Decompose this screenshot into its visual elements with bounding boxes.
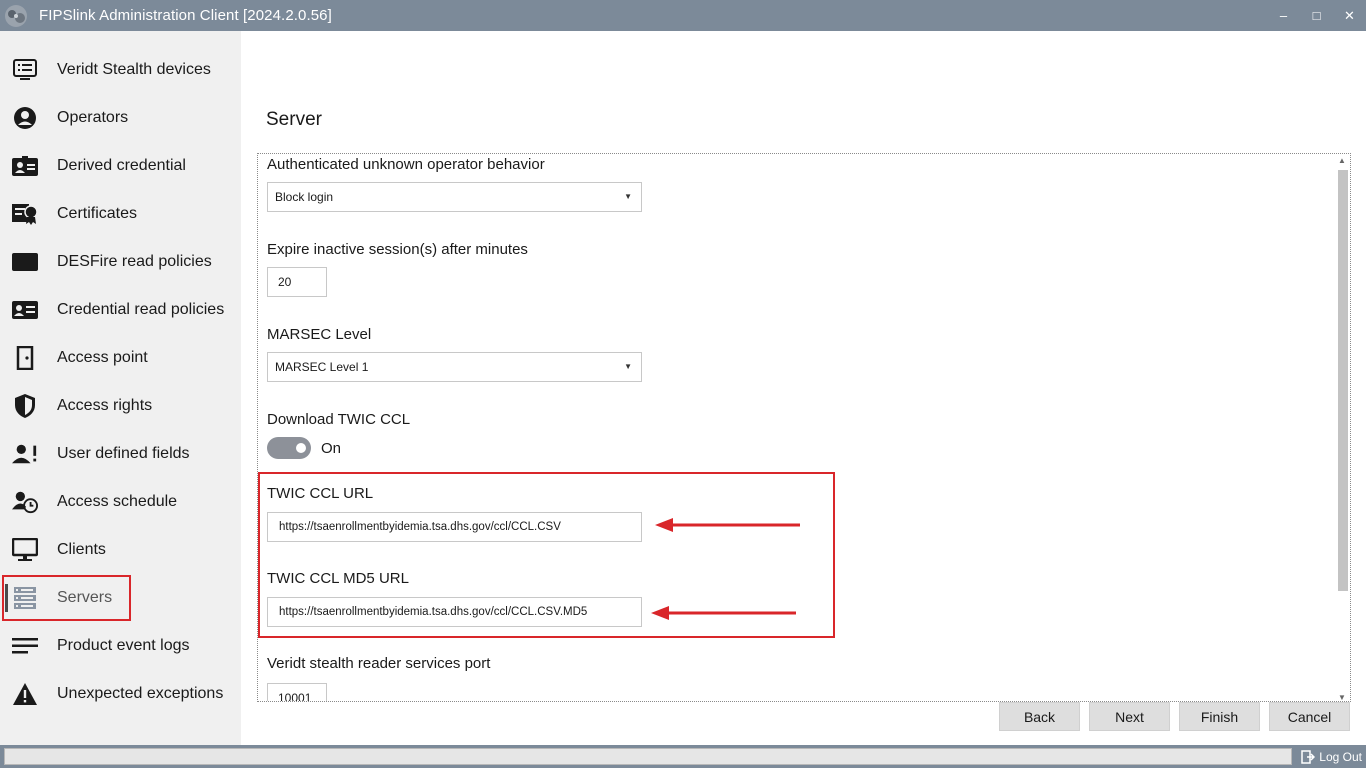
download-twic-label: Download TWIC CCL xyxy=(267,411,411,428)
reader-port-label: Veridt stealth reader services port xyxy=(267,655,491,672)
unknown-operator-select[interactable]: Block login ▼ xyxy=(267,182,642,212)
sidebar-item-label: Operators xyxy=(57,109,129,126)
sidebar-item-access-schedule[interactable]: Access schedule xyxy=(0,478,241,526)
sidebar-item-credential-read-policies[interactable]: Credential read policies xyxy=(0,286,241,334)
sidebar-item-access-rights[interactable]: Access rights xyxy=(0,382,241,430)
sidebar-item-label: Servers xyxy=(57,589,113,606)
sidebar-item-label: Access point xyxy=(57,349,148,366)
monitor-icon xyxy=(12,537,38,563)
red-arrow-icon xyxy=(655,518,800,532)
scroll-down-icon[interactable]: ▼ xyxy=(1338,693,1346,701)
chevron-down-icon: ▼ xyxy=(624,362,632,371)
download-twic-state: On xyxy=(321,440,342,457)
sidebar-item-user-defined-fields[interactable]: User defined fields xyxy=(0,430,241,478)
warning-icon xyxy=(12,681,38,707)
twic-ccl-md5-url-input[interactable]: https://tsaenrollmentbyidemia.tsa.dhs.go… xyxy=(267,597,642,627)
sidebar-item-label: Unexpected exceptions xyxy=(57,685,224,702)
twic-ccl-md5-url-label: TWIC CCL MD5 URL xyxy=(267,570,409,587)
chevron-down-icon: ▼ xyxy=(624,192,632,201)
shield-icon xyxy=(12,393,38,419)
sidebar-item-product-event-logs[interactable]: Product event logs xyxy=(0,622,241,670)
logout-button[interactable]: Log Out xyxy=(1301,748,1362,765)
back-button[interactable]: Back xyxy=(999,702,1080,731)
toggle-knob xyxy=(296,443,306,453)
sidebar-item-servers[interactable]: Servers xyxy=(0,574,241,622)
sidebar-item-veridt-stealth-devices[interactable]: Veridt Stealth devices xyxy=(0,46,241,94)
credential-card-icon xyxy=(12,297,38,323)
next-button[interactable]: Next xyxy=(1089,702,1170,731)
sidebar-item-label: Access rights xyxy=(57,397,153,414)
sidebar-item-label: Veridt Stealth devices xyxy=(57,61,211,78)
scroll-up-icon[interactable]: ▲ xyxy=(1338,156,1346,165)
main-content: Server Authenticated unknown operator be… xyxy=(241,31,1366,745)
vertical-scrollbar[interactable]: ▲ ▼ xyxy=(1336,154,1350,701)
device-list-icon xyxy=(12,57,38,83)
certificate-icon xyxy=(12,201,38,227)
marsec-level-label: MARSEC Level xyxy=(267,326,372,343)
window-title: FIPSlink Administration Client [2024.2.0… xyxy=(39,7,332,24)
logout-label: Log Out xyxy=(1319,749,1362,764)
app-logo-icon xyxy=(0,0,31,31)
sidebar-item-clients[interactable]: Clients xyxy=(0,526,241,574)
card-icon xyxy=(12,249,38,275)
maximize-button[interactable]: □ xyxy=(1300,0,1333,31)
sidebar: Veridt Stealth devices Operators Derived… xyxy=(0,31,241,745)
sidebar-item-desfire-read-policies[interactable]: DESFire read policies xyxy=(0,238,241,286)
close-button[interactable]: ✕ xyxy=(1333,0,1366,31)
settings-panel: Authenticated unknown operator behavior … xyxy=(257,153,1351,702)
sidebar-item-label: Clients xyxy=(57,541,106,558)
finish-button[interactable]: Finish xyxy=(1179,702,1260,731)
sidebar-item-certificates[interactable]: Certificates xyxy=(0,190,241,238)
sidebar-item-label: DESFire read policies xyxy=(57,253,212,270)
cancel-button[interactable]: Cancel xyxy=(1269,702,1350,731)
expire-session-input[interactable]: 20 xyxy=(267,267,327,297)
operator-icon xyxy=(12,105,38,131)
twic-ccl-url-input[interactable]: https://tsaenrollmentbyidemia.tsa.dhs.go… xyxy=(267,512,642,542)
id-card-icon xyxy=(12,153,38,179)
reader-port-input[interactable]: 10001 xyxy=(267,683,327,701)
sidebar-item-operators[interactable]: Operators xyxy=(0,94,241,142)
sidebar-item-label: Certificates xyxy=(57,205,138,222)
sidebar-item-label: Access schedule xyxy=(57,493,178,510)
status-progress-bar xyxy=(4,748,1292,765)
minimize-button[interactable]: ‒ xyxy=(1267,0,1300,31)
download-twic-toggle[interactable] xyxy=(267,437,311,459)
unknown-operator-value: Block login xyxy=(275,190,334,204)
sidebar-item-label: Credential read policies xyxy=(57,301,225,318)
title-bar: FIPSlink Administration Client [2024.2.0… xyxy=(0,0,1366,31)
sidebar-item-derived-credential[interactable]: Derived credential xyxy=(0,142,241,190)
expire-session-label: Expire inactive session(s) after minutes xyxy=(267,241,528,258)
log-lines-icon xyxy=(12,633,38,659)
marsec-level-select[interactable]: MARSEC Level 1 ▼ xyxy=(267,352,642,382)
status-bar: Log Out xyxy=(0,745,1366,768)
sidebar-item-access-point[interactable]: Access point xyxy=(0,334,241,382)
sidebar-item-label: Derived credential xyxy=(57,157,186,174)
sidebar-item-label: Product event logs xyxy=(57,637,190,654)
server-icon xyxy=(12,585,38,611)
unknown-operator-label: Authenticated unknown operator behavior xyxy=(267,156,545,173)
red-arrow-icon xyxy=(651,606,796,620)
sidebar-item-label: User defined fields xyxy=(57,445,190,462)
door-icon xyxy=(12,345,38,371)
twic-ccl-url-label: TWIC CCL URL xyxy=(267,485,374,502)
marsec-level-value: MARSEC Level 1 xyxy=(275,360,369,374)
user-clock-icon xyxy=(12,489,38,515)
scroll-thumb[interactable] xyxy=(1338,170,1348,591)
logout-icon xyxy=(1301,749,1316,764)
user-alert-icon xyxy=(12,441,38,467)
page-title: Server xyxy=(266,109,322,130)
sidebar-item-unexpected-exceptions[interactable]: Unexpected exceptions xyxy=(0,670,241,718)
